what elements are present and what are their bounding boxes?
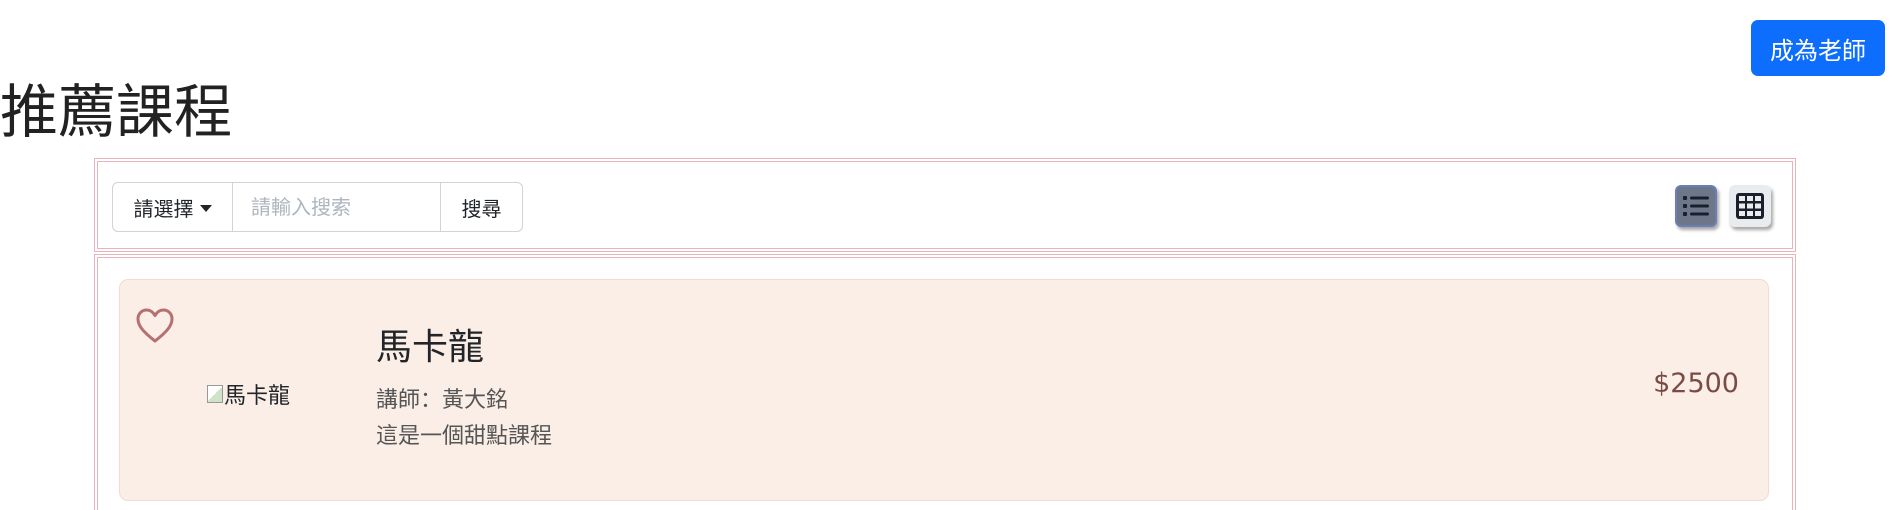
course-price: $2500: [1653, 368, 1739, 399]
page: 成為老師 推薦課程 請選擇 搜尋: [0, 0, 1893, 510]
search-input[interactable]: [233, 182, 441, 232]
category-dropdown[interactable]: 請選擇: [112, 182, 233, 232]
grid-view-button[interactable]: [1729, 185, 1771, 227]
heart-outline-icon[interactable]: [136, 308, 174, 344]
course-title[interactable]: 馬卡龍: [376, 326, 484, 370]
broken-image-icon: [207, 385, 223, 403]
become-teacher-button[interactable]: 成為老師: [1751, 20, 1885, 76]
category-dropdown-label: 請選擇: [133, 196, 194, 221]
list-icon: [1683, 196, 1709, 216]
search-button[interactable]: 搜尋: [441, 182, 523, 232]
search-group: 請選擇 搜尋: [112, 182, 523, 232]
grid-icon: [1736, 193, 1764, 219]
course-image-alt: 馬卡龍: [224, 384, 291, 409]
course-image: 馬卡龍: [207, 378, 290, 410]
page-title: 推薦課程: [0, 78, 233, 146]
caret-down-icon: [199, 204, 212, 212]
course-list-panel: 馬卡龍 馬卡龍 講師：黃大銘 這是一個甜點課程 $2500: [94, 254, 1796, 510]
list-view-button[interactable]: [1675, 185, 1717, 227]
search-panel: 請選擇 搜尋: [94, 158, 1796, 252]
course-card[interactable]: 馬卡龍 馬卡龍 講師：黃大銘 這是一個甜點課程 $2500: [119, 279, 1769, 501]
course-teacher: 講師：黃大銘: [376, 388, 509, 413]
course-description: 這是一個甜點課程: [376, 424, 553, 449]
